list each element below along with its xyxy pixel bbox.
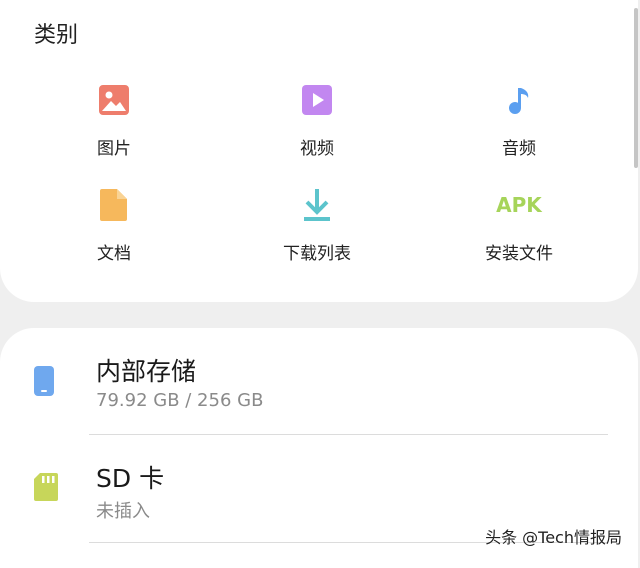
category-label: 视频 — [300, 139, 334, 159]
category-label: 图片 — [97, 139, 131, 159]
category-audio[interactable]: 音频 — [419, 82, 619, 159]
category-label: 文档 — [97, 244, 131, 264]
category-videos[interactable]: 视频 — [217, 82, 417, 159]
category-install-files[interactable]: APK 安装文件 — [419, 187, 619, 264]
categories-title: 类别 — [34, 23, 79, 48]
sd-card-icon — [33, 472, 59, 506]
apk-icon: APK — [496, 193, 542, 217]
storage-usage: 79.92 GB / 256 GB — [96, 390, 264, 411]
category-downloads[interactable]: 下载列表 — [217, 187, 417, 264]
storage-title: 内部存储 — [96, 357, 197, 386]
watermark: 头条 @Tech情报局 — [485, 528, 622, 547]
phone-icon — [33, 365, 55, 401]
category-label: 音频 — [502, 139, 536, 159]
storage-status: 未插入 — [96, 501, 150, 522]
category-images[interactable]: 图片 — [14, 82, 214, 159]
download-icon — [299, 187, 335, 223]
video-icon — [299, 82, 335, 118]
music-note-icon — [501, 82, 537, 118]
category-documents[interactable]: 文档 — [14, 187, 214, 264]
document-icon — [96, 187, 132, 223]
image-icon — [96, 82, 132, 118]
category-label: 安装文件 — [485, 244, 553, 264]
scrollbar[interactable] — [634, 8, 638, 168]
category-label: 下载列表 — [283, 244, 351, 264]
divider — [89, 434, 608, 435]
categories-card: 类别 图片 视频 音频 文档 下载列表 APK 安装文件 — [0, 0, 638, 302]
storage-title: SD 卡 — [96, 464, 165, 493]
